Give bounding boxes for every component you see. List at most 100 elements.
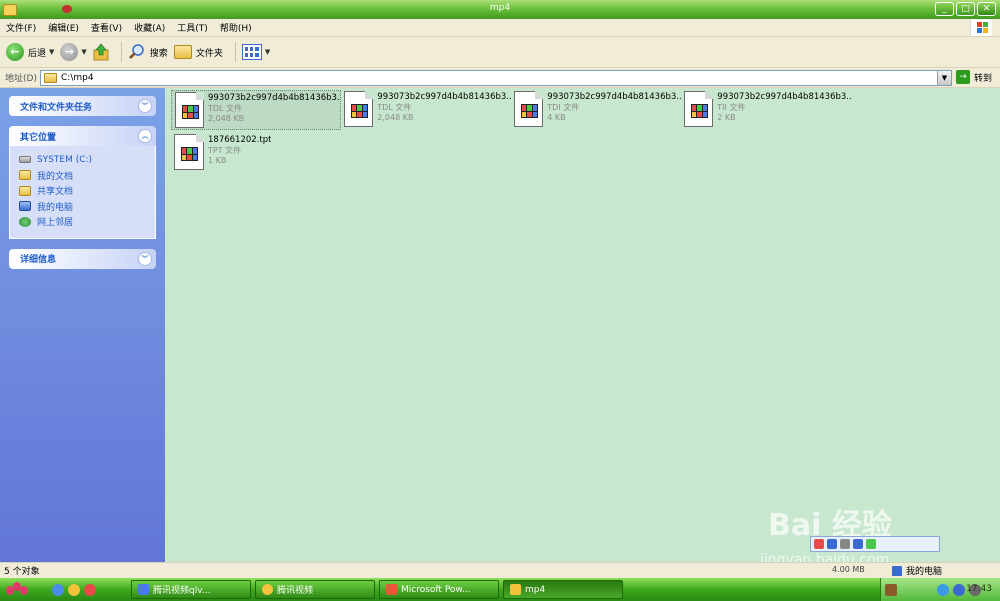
task-button[interactable]: Microsoft Pow... [379,580,499,599]
place-network[interactable]: 网上邻居 [19,214,146,230]
menu-edit[interactable]: 编辑(E) [42,21,85,34]
volume-icon[interactable] [937,583,949,596]
chevron-double-down-icon[interactable]: ︾ [138,251,152,266]
document-icon [138,584,149,595]
file-name: 993073b2c997d4b4b81436b3... [547,92,681,102]
window-title: mp4 [489,3,511,13]
file-item[interactable]: 993073b2c997d4b4b81436b3... TDL 文件 2,048… [341,90,511,130]
task-pane: 文件和文件夹任务 ︾ 其它位置 ︽ SYSTEM (C:) 我的文档 共享文档 [0,88,165,562]
back-arrow-icon: ← [6,43,24,61]
app-icon[interactable] [84,583,96,596]
network-icon[interactable] [953,583,965,596]
go-arrow-icon: → [956,70,970,84]
file-size: 2,048 KB [377,113,414,122]
task-label: Microsoft Pow... [401,584,471,595]
taskbar: 腾讯视频qlv... 腾讯视频 Microsoft Pow... mp4 17:… [0,578,1000,601]
task-label: 腾讯视频 [277,586,314,596]
back-button[interactable]: ← 后退 ▼ [6,43,54,61]
file-size: 4 KB [547,113,566,122]
details-panel: 详细信息 ︾ [9,248,156,269]
place-label: SYSTEM (C:) [37,154,93,165]
up-folder-button[interactable] [93,43,109,61]
file-tasks-title: 文件和文件夹任务 [20,102,93,113]
go-button[interactable]: → 转到 [956,70,992,84]
ime-logo-icon [814,539,824,549]
menu-tools[interactable]: 工具(T) [171,21,214,34]
drive-icon [19,156,31,164]
details-header[interactable]: 详细信息 ︾ [9,248,156,269]
menu-file[interactable]: 文件(F) [0,21,42,34]
task-button[interactable]: 腾讯视频 [255,580,375,599]
details-title: 详细信息 [20,255,57,265]
folder-icon [173,45,192,59]
qq-icon[interactable] [68,583,80,596]
address-bar: 地址(D) C:\mp4 ▼ → 转到 [0,68,1000,88]
up-folder-icon [93,43,109,61]
ime-toolbar[interactable] [810,536,940,552]
place-label: 我的电脑 [37,202,74,213]
computer-icon [892,565,902,576]
search-button[interactable]: 搜索 [128,43,168,61]
windows-logo-icon [970,19,992,36]
address-value: C:\mp4 [61,73,94,83]
file-icon [174,134,204,170]
chevron-double-up-icon[interactable]: ︽ [138,129,152,143]
network-icon [19,216,31,227]
file-icon [344,91,374,127]
chrome-icon[interactable] [52,583,64,596]
tray-app-icon[interactable] [885,583,897,596]
chevron-down-icon[interactable]: ▼ [49,48,54,56]
file-item[interactable]: 187661202.tpt TPT 文件 1 KB [171,133,341,173]
chevron-down-icon[interactable]: ▼ [81,48,86,56]
ime-keyboard-icon[interactable] [853,539,863,549]
file-name: 993073b2c997d4b4b81436b3... [207,93,340,103]
file-tasks-header[interactable]: 文件和文件夹任务 ︾ [9,96,156,116]
file-item[interactable]: 993073b2c997d4b4b81436b3... TDI 文件 4 KB [511,90,681,130]
forward-button[interactable]: → ▼ [60,43,87,61]
ime-punct-icon[interactable] [840,539,850,549]
status-object-count: 5 个对象 [4,567,40,577]
views-button[interactable]: ▼ [241,44,270,60]
task-label: mp4 [525,584,546,595]
file-type: TDL 文件 [377,103,412,112]
file-type: TII 文件 [717,103,746,112]
task-label: 腾讯视频qlv... [153,586,211,596]
menu-help[interactable]: 帮助(H) [214,21,258,34]
toolbar-separator [234,42,236,62]
search-icon [128,44,144,59]
minimize-button[interactable]: _ [935,2,954,16]
start-button[interactable] [4,580,32,600]
place-my-documents[interactable]: 我的文档 [19,168,146,184]
file-type: TPT 文件 [208,146,242,155]
menu-view[interactable]: 查看(V) [85,21,128,34]
place-system-drive[interactable]: SYSTEM (C:) [19,152,146,168]
clock[interactable]: 17:43 [966,584,992,594]
folders-button[interactable]: 文件夹 [173,45,223,59]
chevron-down-icon[interactable]: ▼ [265,48,270,56]
file-item[interactable]: 993073b2c997d4b4b81436b3... TDL 文件 2,048… [171,90,341,130]
place-label: 网上邻居 [37,218,74,229]
chevron-double-down-icon[interactable]: ︾ [138,99,152,113]
other-places-header[interactable]: 其它位置 ︽ [9,126,156,146]
place-my-computer[interactable]: 我的电脑 [19,199,146,215]
file-type: TDL 文件 [207,104,243,113]
task-button[interactable]: 腾讯视频qlv... [131,580,251,599]
address-input[interactable]: C:\mp4 ▼ [40,70,952,86]
task-button[interactable]: mp4 [503,580,623,599]
back-label: 后退 [28,48,47,59]
shared-folder-icon [19,185,31,196]
chevron-down-icon[interactable]: ▼ [937,71,951,85]
menu-favorites[interactable]: 收藏(A) [128,21,171,34]
maximize-button[interactable]: □ [956,2,975,16]
ime-settings-icon[interactable] [866,539,876,549]
system-tray: 17:43 [880,578,1000,601]
file-item[interactable]: 993073b2c997d4b4b81436b3... TII 文件 2 KB [681,90,851,130]
file-size: 1 KB [208,156,227,165]
file-type: TDI 文件 [547,103,580,112]
ime-mode-icon[interactable] [827,539,837,549]
place-shared-documents[interactable]: 共享文档 [19,183,146,199]
file-icon [514,91,544,127]
file-icon [175,92,204,128]
close-button[interactable]: ✕ [977,2,996,16]
menu-bar: 文件(F) 编辑(E) 查看(V) 收藏(A) 工具(T) 帮助(H) [0,19,1000,37]
